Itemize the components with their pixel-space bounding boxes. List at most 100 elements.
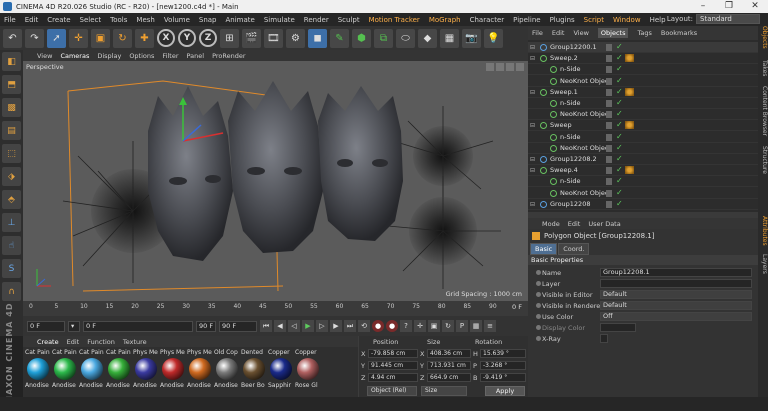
- z-axis-lock-icon[interactable]: Z: [199, 29, 217, 47]
- deformer-icon[interactable]: ⬭: [396, 28, 415, 48]
- move-icon[interactable]: ✛: [69, 28, 88, 48]
- perspective-viewport[interactable]: Perspective Grid Spacing : 1000 cm: [23, 61, 528, 301]
- object-row[interactable]: ⊟ Sweep ✓: [528, 120, 758, 132]
- field-icon[interactable]: ◆: [418, 28, 437, 48]
- object-row[interactable]: ⊟ Group12208.2 ✓: [528, 154, 758, 165]
- menu-create[interactable]: Create: [47, 16, 70, 24]
- visibility-dots-icon[interactable]: [606, 44, 612, 51]
- visibility-dots-icon[interactable]: [606, 178, 612, 186]
- scale-icon[interactable]: ▣: [91, 28, 110, 48]
- viewport-menu-prorender[interactable]: ProRender: [212, 52, 245, 60]
- viewport-menu-display[interactable]: Display: [97, 52, 121, 60]
- menu-mesh[interactable]: Mesh: [136, 16, 154, 24]
- object-row[interactable]: ⊟ Group12208 ✓: [528, 199, 758, 210]
- visibility-dots-icon[interactable]: [606, 133, 612, 141]
- rotation-key-icon[interactable]: ↻: [442, 320, 454, 332]
- enabled-check-icon[interactable]: ✓: [616, 42, 623, 51]
- section-basic-properties[interactable]: Basic Properties: [528, 255, 758, 265]
- tab-coord[interactable]: Coord.: [558, 243, 590, 255]
- enabled-check-icon[interactable]: ✓: [616, 53, 623, 62]
- rot-h-field[interactable]: 15.639 °: [480, 349, 526, 358]
- attribute-value-field[interactable]: [600, 279, 752, 288]
- enabled-check-icon[interactable]: ✓: [616, 143, 623, 152]
- redo-icon[interactable]: ↷: [25, 28, 44, 48]
- keyframe-selection-icon[interactable]: ?: [400, 320, 412, 332]
- coordinate-system-icon[interactable]: ⊞: [220, 28, 239, 48]
- go-to-start-icon[interactable]: ⏮: [260, 320, 272, 332]
- loop-icon[interactable]: ⟲: [358, 320, 370, 332]
- array-icon[interactable]: ⧉: [374, 28, 393, 48]
- timeline-menu-icon[interactable]: ≡: [484, 320, 496, 332]
- expand-toggle-icon[interactable]: ⊟: [530, 44, 535, 51]
- am-menu-user-data[interactable]: User Data: [588, 220, 620, 228]
- expand-toggle-icon[interactable]: ⊟: [530, 156, 535, 163]
- animate-dot-icon[interactable]: [536, 325, 541, 330]
- expand-toggle-icon[interactable]: ⊟: [530, 89, 535, 96]
- axis-mode-icon[interactable]: ⊥: [2, 213, 21, 232]
- rot-b-field[interactable]: -9.419 °: [480, 373, 526, 382]
- prev-key-icon[interactable]: ◀: [274, 320, 286, 332]
- attribute-value-field[interactable]: Default: [600, 301, 752, 310]
- right-tab[interactable]: Takes: [758, 60, 768, 76]
- snapping-icon[interactable]: S: [2, 259, 21, 278]
- enabled-check-icon[interactable]: ✓: [616, 199, 623, 208]
- right-tab[interactable]: Objects: [758, 26, 768, 49]
- om-menu-file[interactable]: File: [532, 29, 543, 37]
- floor-icon[interactable]: ▦: [440, 28, 459, 48]
- enabled-check-icon[interactable]: ✓: [616, 132, 623, 141]
- magnet-icon[interactable]: ∩: [2, 282, 21, 301]
- visibility-dots-icon[interactable]: [606, 200, 612, 208]
- visibility-dots-icon[interactable]: [606, 189, 612, 197]
- animate-dot-icon[interactable]: [536, 270, 541, 275]
- menu-file[interactable]: File: [4, 16, 16, 24]
- am-menu-edit[interactable]: Edit: [568, 220, 581, 228]
- x-axis-lock-icon[interactable]: X: [157, 29, 175, 47]
- object-row[interactable]: ⊟ Sweep.4 ✓: [528, 165, 758, 177]
- right-tab[interactable]: Layers: [758, 254, 768, 274]
- pen-spline-icon[interactable]: ✎: [330, 28, 349, 48]
- enabled-check-icon[interactable]: ✓: [616, 109, 623, 118]
- menu-simulate[interactable]: Simulate: [264, 16, 295, 24]
- orbit-icon[interactable]: [506, 63, 514, 71]
- expand-toggle-icon[interactable]: ⊟: [530, 167, 535, 174]
- attribute-value-field[interactable]: Off: [600, 312, 752, 321]
- xray-checkbox[interactable]: [600, 334, 608, 343]
- layout-select[interactable]: Standard: [696, 14, 760, 24]
- animate-dot-icon[interactable]: [536, 281, 541, 286]
- menu-plugins[interactable]: Plugins: [550, 16, 575, 24]
- expand-toggle-icon[interactable]: ⊟: [530, 201, 535, 208]
- material-tag-icon[interactable]: [625, 166, 634, 175]
- visibility-dots-icon[interactable]: [606, 144, 612, 152]
- render-settings-icon[interactable]: ⚙: [286, 28, 305, 48]
- preview-end-field[interactable]: 90 F: [196, 320, 216, 332]
- enabled-check-icon[interactable]: ✓: [616, 176, 623, 185]
- pos-y-field[interactable]: 91.445 cm: [368, 361, 418, 370]
- menu-pipeline[interactable]: Pipeline: [513, 16, 540, 24]
- material-swatch[interactable]: Copper Rose Gl: [295, 349, 321, 395]
- minimize-button[interactable]: –: [690, 0, 716, 13]
- menu-sculpt[interactable]: Sculpt: [338, 16, 360, 24]
- go-to-end-icon[interactable]: ⏭: [344, 320, 356, 332]
- enabled-check-icon[interactable]: ✓: [616, 76, 623, 85]
- material-swatch[interactable]: Cat Pain Anodise: [52, 349, 78, 395]
- cube-icon[interactable]: ◼: [308, 28, 327, 48]
- object-row[interactable]: NeoKnot Object ✓: [528, 76, 758, 87]
- render-view-icon[interactable]: 🎬: [242, 28, 261, 48]
- menu-mograph[interactable]: MoGraph: [429, 16, 461, 24]
- pan-icon[interactable]: [486, 63, 494, 71]
- right-tab[interactable]: Content Browser: [758, 86, 768, 136]
- visibility-dots-icon[interactable]: [606, 88, 612, 96]
- current-frame-field[interactable]: 0 F: [83, 320, 193, 332]
- object-row[interactable]: n-Side ✓: [528, 64, 758, 76]
- menu-help[interactable]: Help: [650, 16, 666, 24]
- material-swatch[interactable]: Phys Me Anodise: [133, 349, 159, 395]
- animate-dot-icon[interactable]: [536, 314, 541, 319]
- coordinate-mode-select[interactable]: Object (Rel): [367, 386, 417, 396]
- attribute-value-field[interactable]: Default: [600, 290, 752, 299]
- expand-toggle-icon[interactable]: ⊟: [530, 122, 535, 129]
- next-frame-icon[interactable]: ▷: [316, 320, 328, 332]
- object-row[interactable]: n-Side ✓: [528, 176, 758, 188]
- object-row[interactable]: NeoKnot Object ✓: [528, 143, 758, 154]
- material-menu-edit[interactable]: Edit: [67, 338, 80, 346]
- menu-volume[interactable]: Volume: [164, 16, 190, 24]
